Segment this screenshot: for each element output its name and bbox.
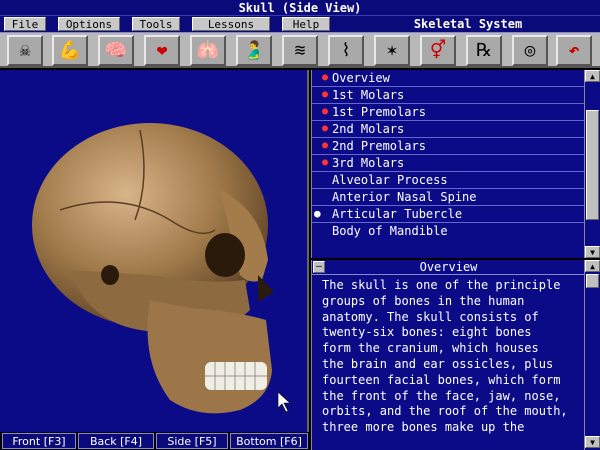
heart-icon[interactable]: ❤ xyxy=(144,35,180,66)
text-line: orbits, and the roof of the mouth, xyxy=(322,404,568,419)
red-marker-icon: ● xyxy=(322,140,329,151)
list-item-label: Alveolar Process xyxy=(332,173,448,187)
view-buttons: Front [F3] Back [F4] Side [F5] Bottom [F… xyxy=(0,432,309,450)
red-marker-icon: ● xyxy=(322,157,329,168)
list-item-label: 2nd Premolars xyxy=(332,139,426,153)
list-item-label: Overview xyxy=(332,71,390,85)
list-item[interactable]: ● 1st Molars xyxy=(312,87,585,104)
bottom-view-button[interactable]: Bottom [F6] xyxy=(230,433,308,449)
description-header: – Overview xyxy=(312,260,585,275)
cell-icon[interactable]: ✶ xyxy=(374,35,410,66)
scroll-thumb[interactable] xyxy=(586,274,599,288)
red-marker-icon: ● xyxy=(322,89,329,100)
description-text: The skull is one of the principle groups … xyxy=(322,278,585,436)
gender-glyph: ⚥ xyxy=(429,39,447,61)
menu-lessons[interactable]: Lessons xyxy=(192,17,270,31)
back-view-button[interactable]: Back [F4] xyxy=(78,433,154,449)
muscle-glyph: 💪 xyxy=(58,39,82,61)
return-glyph: ↶ xyxy=(568,39,580,61)
list-item-label: Anterior Nasal Spine xyxy=(332,190,477,204)
nerves-icon[interactable]: ≋ xyxy=(282,35,318,66)
rx-glyph: ℞ xyxy=(475,39,493,61)
list-item-label: 2nd Molars xyxy=(332,122,405,136)
red-marker-icon: ● xyxy=(322,106,329,117)
section-title: Skeletal System xyxy=(413,17,523,31)
list-item[interactable]: ● 2nd Premolars xyxy=(312,138,585,155)
text-line: fourteen facial bones, which form xyxy=(322,372,561,387)
pancreas-icon[interactable]: ⌇ xyxy=(328,35,364,66)
list-scrollbar[interactable]: ▲ ▼ xyxy=(584,70,600,258)
skull-glyph: ☠ xyxy=(19,39,31,61)
list-item[interactable]: Body of Mandible xyxy=(312,223,585,240)
list-item-label: Body of Mandible xyxy=(332,224,448,238)
list-item[interactable]: Alveolar Process xyxy=(312,172,585,189)
scroll-up-icon[interactable]: ▲ xyxy=(585,70,600,82)
rx-icon[interactable]: ℞ xyxy=(466,35,502,66)
description-scrollbar[interactable]: ▲ ▼ xyxy=(584,260,600,450)
list-item-label: Articular Tubercle xyxy=(332,207,463,221)
scroll-thumb[interactable] xyxy=(586,110,599,220)
text-line: anatomy. The skull consists of xyxy=(322,309,539,324)
description-title: Overview xyxy=(419,260,478,274)
stomach-glyph: 🫃 xyxy=(242,39,266,61)
list-item[interactable]: ● 3rd Molars xyxy=(312,155,585,172)
ear-icon[interactable]: ◎ xyxy=(512,35,548,66)
text-line: groups of bones in the human xyxy=(322,293,525,308)
stomach-icon[interactable]: 🫃 xyxy=(236,35,272,66)
menu-options[interactable]: Options xyxy=(58,17,120,31)
skull-side-view-image xyxy=(32,123,291,414)
menu-bar: File Options Tools Lessons Help Skeletal… xyxy=(0,16,600,33)
text-line: twenty-six bones: eight bones xyxy=(322,325,532,340)
return-icon[interactable]: ↶ xyxy=(556,35,592,66)
scroll-down-icon[interactable]: ▼ xyxy=(585,246,600,258)
text-line: three more bones make up the xyxy=(322,420,525,435)
current-item-icon: ● xyxy=(314,207,321,220)
text-line: the brain and ear ossicles, plus xyxy=(322,356,554,371)
skull-image-viewer[interactable] xyxy=(0,70,309,432)
window-title: Skull (Side View) xyxy=(0,0,600,16)
topic-list: ● Overview ● 1st Molars ● 1st Premolars ● 2n… xyxy=(312,70,585,258)
brain-icon[interactable]: 🧠 xyxy=(98,35,134,66)
list-item[interactable]: ● 2nd Molars xyxy=(312,121,585,138)
ear-glyph: ◎ xyxy=(524,39,536,61)
description-panel: – Overview The skull is one of the princ… xyxy=(311,260,600,450)
menu-file[interactable]: File xyxy=(4,17,46,31)
red-marker-icon: ● xyxy=(322,123,329,134)
list-item-label: 1st Premolars xyxy=(332,105,426,119)
red-marker-icon: ● xyxy=(322,72,329,83)
lungs-icon[interactable]: 🫁 xyxy=(190,35,226,66)
menu-help[interactable]: Help xyxy=(282,17,330,31)
scroll-down-icon[interactable]: ▼ xyxy=(585,436,600,448)
list-item-label: 3rd Molars xyxy=(332,156,405,170)
text-line: form the cranium, which houses xyxy=(322,341,539,356)
scroll-up-icon[interactable]: ▲ xyxy=(585,260,600,272)
topic-list-panel: ● Overview ● 1st Molars ● 1st Premolars ● 2n… xyxy=(311,70,600,258)
list-item-label: 1st Molars xyxy=(332,88,405,102)
gender-icon[interactable]: ⚥ xyxy=(420,35,456,66)
minimize-icon[interactable]: – xyxy=(313,261,325,273)
heart-glyph: ❤ xyxy=(156,39,168,61)
menu-tools[interactable]: Tools xyxy=(132,17,180,31)
text-line: the front of the face, jaw, nose, xyxy=(322,388,561,403)
lungs-glyph: 🫁 xyxy=(196,39,220,61)
muscle-icon[interactable]: 💪 xyxy=(52,35,88,66)
brain-glyph: 🧠 xyxy=(104,39,128,61)
front-view-button[interactable]: Front [F3] xyxy=(2,433,76,449)
list-item[interactable]: ● Overview xyxy=(312,70,585,87)
pancreas-glyph: ⌇ xyxy=(341,39,351,61)
cell-glyph: ✶ xyxy=(386,39,398,61)
list-item[interactable]: ● Articular Tubercle xyxy=(312,206,585,223)
side-view-button[interactable]: Side [F5] xyxy=(156,433,228,449)
list-item[interactable]: ● 1st Premolars xyxy=(312,104,585,121)
toolbar: ☠ 💪 🧠 ❤ 🫁 🫃 ≋ ⌇ ✶ ⚥ ℞ ◎ ↶ xyxy=(0,33,600,68)
nerves-glyph: ≋ xyxy=(294,39,306,61)
skull-icon[interactable]: ☠ xyxy=(7,35,43,66)
list-item[interactable]: Anterior Nasal Spine xyxy=(312,189,585,206)
text-line: The skull is one of the principle xyxy=(322,278,561,292)
